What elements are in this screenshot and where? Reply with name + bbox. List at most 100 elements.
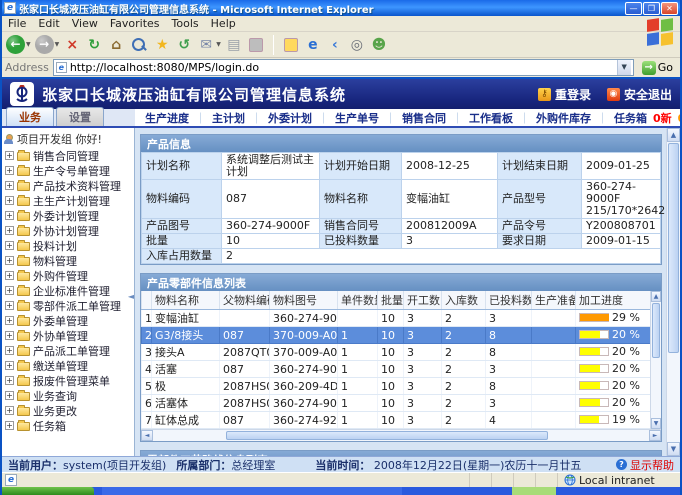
- msn-icon[interactable]: ‹: [326, 36, 344, 54]
- expand-icon[interactable]: [5, 241, 14, 250]
- home-icon[interactable]: ⌂: [107, 36, 125, 54]
- show-help-link[interactable]: 显示帮助: [616, 457, 674, 473]
- logout-button[interactable]: ◉ 安全退出: [607, 86, 672, 103]
- history-icon[interactable]: ↺: [175, 36, 193, 54]
- sidebar-item-缴送单管理[interactable]: 缴送单管理: [2, 358, 134, 373]
- sidebar-item-任务箱[interactable]: 任务箱: [2, 418, 134, 433]
- expand-icon[interactable]: [5, 361, 14, 370]
- sidebar-item-外委单管理[interactable]: 外委单管理: [2, 313, 134, 328]
- expand-icon[interactable]: [5, 196, 14, 205]
- sidebar-item-企业标准件管理[interactable]: 企业标准件管理: [2, 283, 134, 298]
- column-header[interactable]: 物料名称: [152, 291, 220, 310]
- expand-icon[interactable]: [5, 376, 14, 385]
- go-button[interactable]: → Go: [638, 59, 677, 77]
- main-scroll-thumb[interactable]: [668, 143, 679, 353]
- ie-icon[interactable]: e: [304, 36, 322, 54]
- column-header[interactable]: 物料图号: [270, 291, 338, 310]
- expand-icon[interactable]: [5, 226, 14, 235]
- print-icon[interactable]: ▤: [225, 36, 243, 54]
- expand-icon[interactable]: [5, 346, 14, 355]
- sidebar-item-产品技术资料管理[interactable]: 产品技术资料管理: [2, 178, 134, 193]
- table-row[interactable]: 3接头A2087QT002370-009-A085011032820 %: [142, 344, 662, 361]
- maximize-button[interactable]: ❐: [643, 2, 660, 15]
- scroll-right-icon[interactable]: [649, 430, 661, 441]
- stop-icon[interactable]: ×: [63, 36, 81, 54]
- hscroll-thumb[interactable]: [226, 431, 548, 440]
- parts-vertical-scrollbar[interactable]: [650, 291, 661, 429]
- nav-item-生产进度[interactable]: 生产进度: [145, 110, 189, 126]
- dropdown-arrow-icon[interactable]: ▼: [216, 41, 221, 48]
- sidebar-item-业务查询[interactable]: 业务查询: [2, 388, 134, 403]
- sidebar-item-销售合同管理[interactable]: 销售合同管理: [2, 148, 134, 163]
- expand-icon[interactable]: [5, 286, 14, 295]
- nav-item-外委计划[interactable]: 外委计划: [268, 110, 312, 126]
- scroll-left-icon[interactable]: [141, 430, 153, 441]
- address-input[interactable]: e http://localhost:8080/MPS/login.do ▼: [53, 59, 634, 76]
- column-header[interactable]: 单件数量: [338, 291, 378, 310]
- expand-icon[interactable]: [5, 151, 14, 160]
- nav-item-工作看板[interactable]: 工作看板: [469, 110, 513, 126]
- nav-item-任务箱[interactable]: 任务箱: [614, 110, 647, 126]
- dropdown-arrow-icon[interactable]: ▼: [26, 41, 31, 48]
- expand-icon[interactable]: [5, 181, 14, 190]
- sidebar-item-业务更改[interactable]: 业务更改: [2, 403, 134, 418]
- close-button[interactable]: ✕: [661, 2, 678, 15]
- column-header[interactable]: 加工进度: [576, 291, 662, 310]
- windows-taskbar[interactable]: [2, 487, 680, 495]
- expand-icon[interactable]: [5, 316, 14, 325]
- sidebar-item-物料管理[interactable]: 物料管理: [2, 253, 134, 268]
- expand-icon[interactable]: [5, 331, 14, 340]
- taskbar-item[interactable]: [512, 487, 556, 495]
- favorites-icon[interactable]: ★: [153, 36, 171, 54]
- column-header[interactable]: 父物料编码: [220, 291, 270, 310]
- tab-业务[interactable]: 业务: [6, 107, 54, 126]
- expand-icon[interactable]: [5, 166, 14, 175]
- nav-item-生产单号[interactable]: 生产单号: [335, 110, 379, 126]
- messenger-icon[interactable]: ☻: [370, 36, 388, 54]
- tab-设置[interactable]: 设置: [56, 107, 104, 126]
- nav-item-销售合同[interactable]: 销售合同: [402, 110, 446, 126]
- expand-icon[interactable]: [5, 211, 14, 220]
- sidebar-item-外协单管理[interactable]: 外协单管理: [2, 328, 134, 343]
- main-scroll-down-icon[interactable]: [667, 442, 680, 456]
- relogin-button[interactable]: ⚷ 重登录: [538, 86, 591, 103]
- start-button[interactable]: [2, 487, 94, 495]
- refresh-icon[interactable]: ↻: [85, 36, 103, 54]
- scroll-thumb[interactable]: [652, 303, 660, 358]
- expand-icon[interactable]: [5, 256, 14, 265]
- expand-icon[interactable]: [5, 391, 14, 400]
- expand-icon[interactable]: [5, 421, 14, 430]
- forward-icon[interactable]: →▼: [35, 35, 60, 54]
- parts-horizontal-scrollbar[interactable]: [141, 429, 661, 441]
- dropdown-arrow-icon[interactable]: ▼: [55, 41, 60, 48]
- back-icon[interactable]: ←▼: [6, 35, 31, 54]
- sidebar-collapse-icon[interactable]: ◄: [128, 292, 134, 301]
- nav-item-主计划[interactable]: 主计划: [212, 110, 245, 126]
- sidebar-item-外委计划管理[interactable]: 外委计划管理: [2, 208, 134, 223]
- scroll-up-icon[interactable]: [651, 291, 661, 302]
- nav-item-外购件库存[interactable]: 外购件库存: [536, 110, 591, 126]
- edit-icon[interactable]: [247, 38, 265, 52]
- sidebar-item-产品派工单管理[interactable]: 产品派工单管理: [2, 343, 134, 358]
- table-row[interactable]: 1变幅油缸360-274-9000F1032329 %: [142, 310, 662, 327]
- address-dropdown-icon[interactable]: ▼: [617, 60, 631, 75]
- sidebar-item-外协计划管理[interactable]: 外协计划管理: [2, 223, 134, 238]
- sidebar-item-生产令号单管理[interactable]: 生产令号单管理: [2, 163, 134, 178]
- column-header[interactable]: 已投料数: [486, 291, 532, 310]
- sidebar-item-零部件派工单管理[interactable]: 零部件派工单管理: [2, 298, 134, 313]
- notes-icon[interactable]: [282, 38, 300, 52]
- main-scroll-up-icon[interactable]: [667, 128, 680, 142]
- menu-item-edit[interactable]: Edit: [38, 17, 59, 30]
- sidebar-item-投料计划[interactable]: 投料计划: [2, 238, 134, 253]
- search-icon[interactable]: [129, 37, 149, 53]
- sidebar-item-主生产计划管理[interactable]: 主生产计划管理: [2, 193, 134, 208]
- column-header[interactable]: 生产准备: [532, 291, 576, 310]
- taskbar-window-button[interactable]: [102, 487, 402, 495]
- table-row[interactable]: 5极2087HS002360-209-4D01011032820 %: [142, 378, 662, 395]
- column-header[interactable]: 批量: [378, 291, 404, 310]
- menu-item-tools[interactable]: Tools: [172, 17, 199, 30]
- sidebar-item-外购件管理[interactable]: 外购件管理: [2, 268, 134, 283]
- find-icon[interactable]: ◎: [348, 36, 366, 54]
- menu-item-file[interactable]: File: [8, 17, 26, 30]
- menu-item-view[interactable]: View: [72, 17, 98, 30]
